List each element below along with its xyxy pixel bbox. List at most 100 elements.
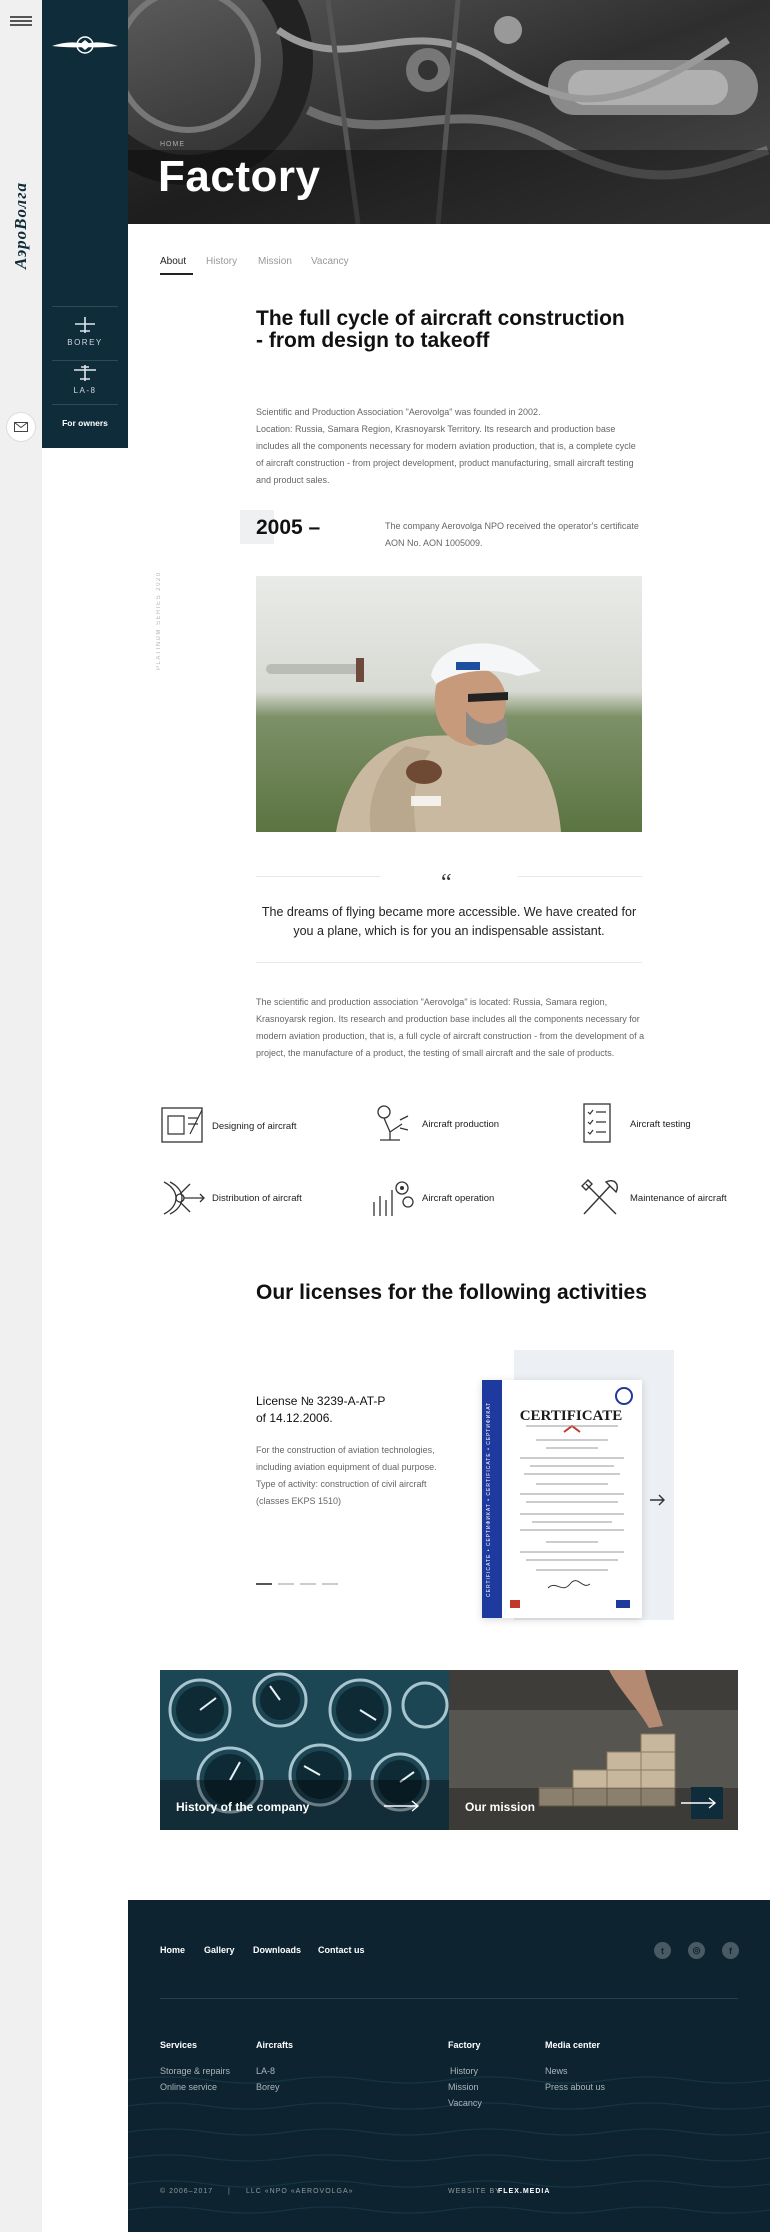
tab-vacancy[interactable]: Vacancy — [311, 256, 349, 267]
company-name: LLC «NPO «AEROVOLGA» — [246, 2188, 354, 2195]
pilot-photo — [256, 576, 642, 832]
feature-label: Aircraft operation — [422, 1192, 495, 1204]
history-card[interactable]: History of the company — [160, 1670, 449, 1830]
sidebar-plane-la8[interactable]: LA-8 — [42, 360, 128, 404]
footer-link[interactable]: LA-8 — [256, 2066, 275, 2076]
quote-rule — [256, 876, 380, 877]
feature-operation: Aircraft operation — [370, 1176, 494, 1220]
for-owners-link[interactable]: For owners — [42, 418, 128, 428]
certificate-body — [510, 1387, 633, 1608]
licenses-heading: Our licenses for the following activitie… — [256, 1281, 647, 1304]
quote-text: The dreams of flying became more accessi… — [261, 905, 637, 938]
quote-rule — [518, 876, 642, 877]
robot-arm-icon — [377, 1105, 409, 1141]
footer-col-title: Aircrafts — [256, 2040, 294, 2050]
arrow-right-icon — [681, 1797, 717, 1809]
license-number: License № 3239-A-AT-P of 14.12.2006. — [256, 1393, 385, 1427]
feature-label: Distribution of aircraft — [212, 1192, 302, 1204]
brand-logo-text[interactable]: АэроВолга — [6, 150, 36, 300]
intro-paragraph: Scientific and Production Association "A… — [256, 407, 541, 417]
feature-label: Maintenance of aircraft — [630, 1192, 727, 1204]
breadcrumb[interactable]: HOME — [160, 141, 185, 148]
copyright: © 2006–2017 — [160, 2188, 214, 2195]
certificate-image[interactable]: CERTIFICATE • СЕРТИФИКАТ • CERTIFICATE •… — [482, 1380, 642, 1618]
footer-col-title: Media center — [545, 2040, 601, 2050]
credit-prefix: WEBSITE BY — [448, 2188, 501, 2195]
feature-label: Aircraft testing — [630, 1118, 691, 1130]
footer-nav-downloads[interactable]: Downloads — [253, 1945, 301, 1955]
footer-link[interactable]: Borey — [256, 2082, 280, 2092]
feature-testing: Aircraft testing — [578, 1102, 691, 1146]
milestone-year: 2005 – — [256, 516, 321, 539]
arrow-right-icon[interactable] — [648, 1492, 668, 1508]
feature-production: Aircraft production — [370, 1102, 499, 1146]
footer-col-title: Services — [160, 2040, 198, 2050]
menu-icon[interactable] — [10, 16, 32, 26]
feature-label: Aircraft production — [422, 1118, 500, 1130]
intro-paragraph: Location: Russia, Samara Region, Krasnoy… — [256, 424, 636, 485]
plane-silhouette-icon — [74, 365, 96, 381]
feature-distribution: Distribution of aircraft — [160, 1176, 302, 1220]
quote-mark: “ — [441, 870, 452, 896]
footer-divider — [160, 1998, 738, 1999]
footer-nav-contact[interactable]: Contact us — [318, 1945, 365, 1955]
distribution-icon — [163, 1181, 205, 1215]
footer-link[interactable]: History — [450, 2066, 478, 2076]
license-description: For the construction of aviation technol… — [256, 1445, 437, 1506]
sidebar-divider — [52, 404, 118, 405]
footer-link[interactable]: Online service — [160, 2082, 217, 2092]
footer-link[interactable]: News — [545, 2066, 568, 2076]
slider-dot[interactable] — [322, 1583, 338, 1585]
card-label: History of the company — [176, 1800, 310, 1814]
about-paragraph: The scientific and production associatio… — [256, 997, 645, 1058]
blueprint-icon — [161, 1107, 203, 1143]
section-heading: The full cycle of aircraft construction … — [256, 307, 625, 352]
tab-active-indicator — [160, 273, 193, 275]
page-title: Factory — [158, 152, 321, 201]
twitter-icon[interactable]: t — [654, 1942, 671, 1959]
sidebar-divider — [52, 306, 118, 307]
license-date-line: of 14.12.2006. — [256, 1411, 333, 1425]
quote-rule — [256, 962, 642, 963]
instagram-icon[interactable]: ◎ — [688, 1942, 705, 1959]
tab-about[interactable]: About — [160, 256, 186, 267]
sidebar-plane-borey[interactable]: BOREY — [42, 312, 128, 356]
tab-history[interactable]: History — [206, 256, 237, 267]
card-arrow-button — [681, 1787, 723, 1819]
mission-card[interactable]: Our mission — [449, 1670, 738, 1830]
slider-pagination — [256, 1583, 338, 1585]
aerovolga-emblem-icon[interactable] — [50, 30, 120, 62]
footer-col-title: Factory — [448, 2040, 481, 2050]
certificate-band: CERTIFICATE • СЕРТИФИКАТ • CERTIFICATE •… — [486, 1401, 492, 1597]
footer-divider-mark: | — [228, 2188, 231, 2195]
credit-link[interactable]: FLEX.MEDIA — [498, 2188, 550, 2195]
slider-dot[interactable] — [256, 1583, 272, 1585]
footer-link[interactable]: Storage & repairs — [160, 2066, 230, 2076]
footer-link[interactable]: Press about us — [545, 2082, 605, 2092]
footer-nav-home[interactable]: Home — [160, 1945, 185, 1955]
checklist-icon — [583, 1103, 611, 1143]
feature-designing: Designing of aircraft — [160, 1104, 296, 1148]
gears-chart-icon — [373, 1181, 414, 1216]
footer-nav-gallery[interactable]: Gallery — [204, 1945, 235, 1955]
mail-button[interactable] — [6, 412, 36, 442]
arrow-right-icon — [384, 1800, 420, 1812]
sidebar-plane-label: BOREY — [67, 338, 103, 347]
footer-link[interactable]: Vacancy — [448, 2098, 482, 2108]
tab-mission[interactable]: Mission — [258, 256, 292, 267]
left-rail — [0, 0, 42, 2232]
plane-silhouette-icon — [75, 317, 95, 333]
footer-link[interactable]: Mission — [448, 2082, 479, 2092]
slider-dot[interactable] — [300, 1583, 316, 1585]
footer: Home Gallery Downloads Contact us t ◎ f … — [128, 1900, 770, 2232]
card-label: Our mission — [465, 1800, 536, 1814]
feature-label: Designing of aircraft — [212, 1120, 297, 1132]
envelope-icon — [14, 422, 28, 432]
slider-dot[interactable] — [278, 1583, 294, 1585]
feature-maintenance: Maintenance of aircraft — [578, 1176, 727, 1220]
milestone-text: The company Aerovolga NPO received the o… — [385, 521, 639, 548]
facebook-icon[interactable]: f — [722, 1942, 739, 1959]
license-number-line: License № 3239-A-AT-P — [256, 1394, 386, 1408]
side-caption: PLATINUM SERIES 2020 — [156, 571, 162, 670]
sidebar-plane-label: LA-8 — [73, 386, 97, 395]
